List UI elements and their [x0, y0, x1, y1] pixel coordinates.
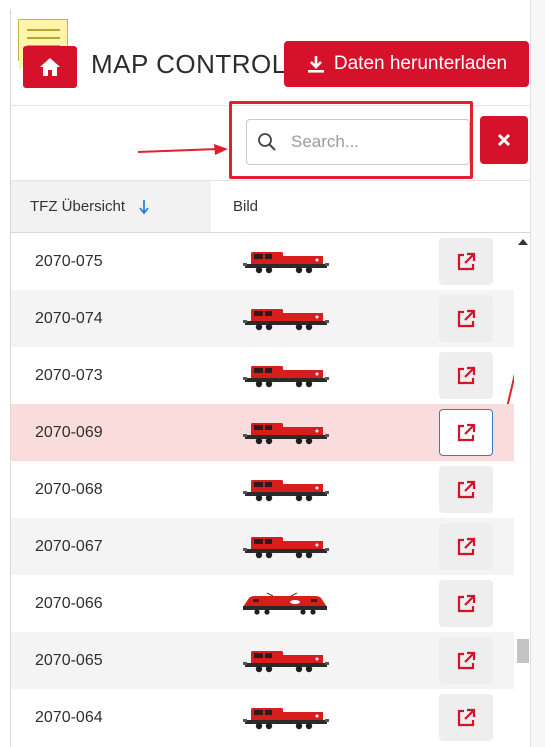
- locomotive-image: [243, 708, 329, 730]
- open-details-button[interactable]: [439, 694, 493, 741]
- locomotive-id: 2070-069: [35, 423, 103, 441]
- locomotive-image: [242, 592, 328, 616]
- home-button[interactable]: [23, 46, 77, 88]
- app-panel: MAP CONTROL Daten herunterladen Search..…: [10, 10, 530, 747]
- table-row[interactable]: 2070-067: [11, 518, 514, 575]
- table-row[interactable]: 2070-066: [11, 575, 514, 632]
- locomotive-image: [243, 252, 329, 274]
- external-link-icon: [457, 480, 476, 498]
- locomotive-image: [243, 423, 329, 445]
- external-link-icon: [457, 594, 476, 612]
- search-input[interactable]: [291, 132, 461, 152]
- background-map-edge: [530, 0, 545, 747]
- open-details-button[interactable]: [439, 295, 493, 342]
- download-button-label: Daten herunterladen: [333, 53, 508, 74]
- external-link-icon: [457, 366, 476, 384]
- locomotive-id: 2070-064: [35, 708, 103, 726]
- external-link-icon: [457, 423, 476, 441]
- clear-search-button[interactable]: [480, 116, 528, 164]
- open-details-button[interactable]: [439, 466, 493, 513]
- external-link-icon: [457, 252, 476, 270]
- download-button[interactable]: Daten herunterladen: [284, 41, 529, 87]
- column-header-label: Bild: [233, 198, 259, 215]
- arrow-down-icon: [139, 199, 149, 214]
- table-row[interactable]: 2070-074: [11, 290, 514, 347]
- close-icon: [497, 133, 511, 147]
- search-icon: [258, 133, 276, 151]
- page-title: MAP CONTROL: [91, 49, 287, 79]
- locomotive-id: 2070-068: [35, 480, 103, 498]
- table-row[interactable]: 2070-068: [11, 461, 514, 518]
- external-link-icon: [457, 309, 476, 327]
- column-header-bild[interactable]: Bild: [233, 181, 258, 232]
- table-row[interactable]: 2070-064: [11, 689, 514, 746]
- scrollbar[interactable]: [514, 233, 530, 747]
- table-header: TFZ Übersicht Bild: [11, 180, 530, 233]
- locomotive-id: 2070-075: [35, 252, 103, 270]
- locomotive-image: [243, 537, 329, 559]
- open-details-button[interactable]: [439, 580, 493, 627]
- locomotive-image: [243, 309, 329, 331]
- open-details-button[interactable]: [439, 352, 493, 399]
- external-link-icon: [457, 537, 476, 555]
- locomotive-id: 2070-074: [35, 309, 103, 327]
- locomotive-id: 2070-073: [35, 366, 103, 384]
- search-highlight-frame: [229, 101, 473, 179]
- open-details-button[interactable]: [439, 409, 493, 456]
- table-row-selected[interactable]: 2070-069: [11, 404, 514, 461]
- locomotive-table: 2070-075 2070-074 2070-073 2070-069 2070…: [11, 233, 514, 747]
- locomotive-id: 2070-066: [35, 594, 103, 612]
- locomotive-id: 2070-065: [35, 651, 103, 669]
- scroll-up-arrow[interactable]: [518, 239, 528, 245]
- open-details-button[interactable]: [439, 523, 493, 570]
- search-field[interactable]: [246, 119, 470, 165]
- locomotive-id: 2070-067: [35, 537, 103, 555]
- column-header-tfz[interactable]: TFZ Übersicht: [11, 181, 211, 232]
- open-details-button[interactable]: [439, 637, 493, 684]
- home-icon: [40, 58, 60, 76]
- external-link-icon: [457, 651, 476, 669]
- open-details-button[interactable]: [439, 238, 493, 285]
- locomotive-image: [243, 366, 329, 388]
- external-link-icon: [457, 708, 476, 726]
- download-icon: [307, 56, 324, 73]
- table-row[interactable]: 2070-065: [11, 632, 514, 689]
- scrollbar-thumb[interactable]: [517, 639, 529, 663]
- locomotive-image: [243, 480, 329, 502]
- table-row[interactable]: 2070-073: [11, 347, 514, 404]
- table-row[interactable]: 2070-075: [11, 233, 514, 290]
- annotation-arrow: [138, 144, 228, 155]
- column-header-label: TFZ Übersicht: [30, 198, 126, 215]
- locomotive-image: [243, 651, 329, 673]
